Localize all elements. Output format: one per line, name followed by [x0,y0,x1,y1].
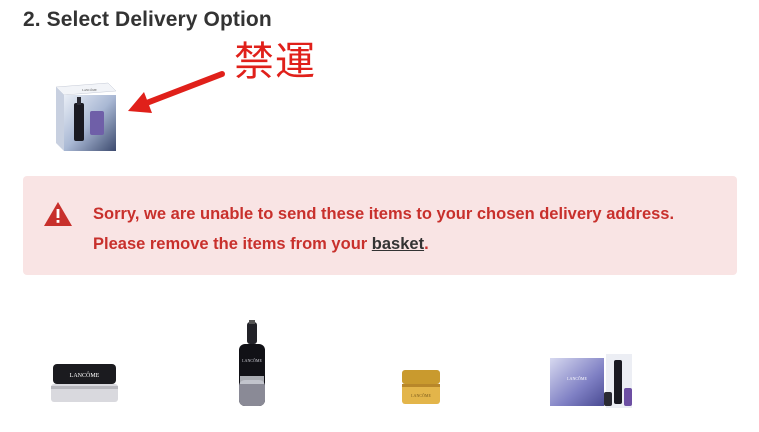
alert-message-end: . [424,235,429,253]
blocked-product-thumbnail[interactable]: LANCÔME [52,81,118,153]
blocked-product-logo: LANCÔME [82,87,97,92]
warning-triangle-icon [44,202,72,226]
product-2-logo: LANCÔME [242,358,262,363]
product-serum-bottle[interactable]: LANCÔME [233,320,271,410]
annotation-embargo-label: 禁運 [234,39,316,85]
section-title: 2. Select Delivery Option [23,8,272,31]
product-gift-set[interactable]: LANCÔME [548,340,636,410]
product-eye-cream-jar[interactable]: LANCÔME [48,358,121,408]
product-gold-cream-jar[interactable]: LANCÔME [400,364,442,408]
alert-message: Sorry, we are unable to send these items… [93,199,693,259]
basket-link[interactable]: basket [372,235,424,253]
annotation-arrow [128,71,225,113]
product-4-logo: LANCÔME [567,376,587,381]
delivery-error-alert: Sorry, we are unable to send these items… [23,176,737,275]
product-3-logo: LANCÔME [411,393,431,398]
product-1-logo: LANCÔME [70,371,100,379]
